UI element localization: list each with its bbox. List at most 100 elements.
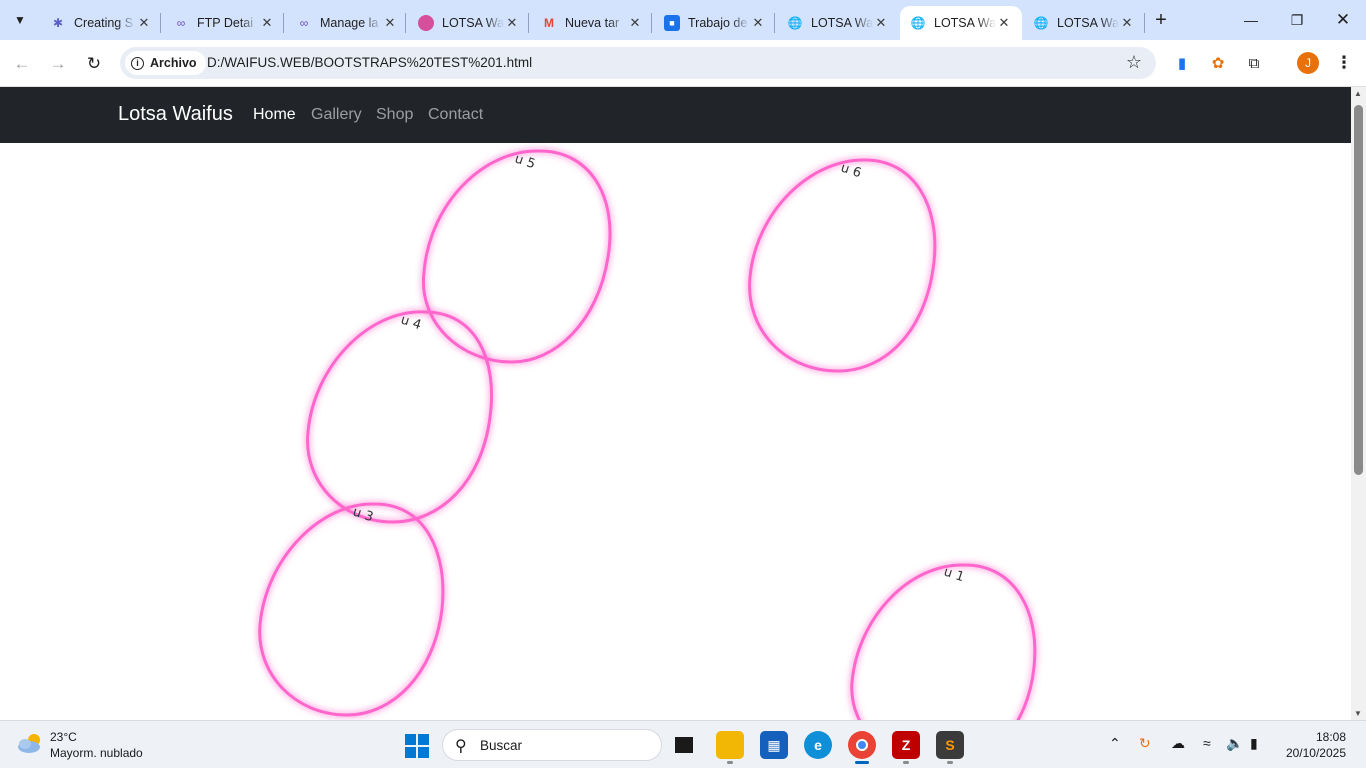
gradient-logo-icon: ✱ <box>52 16 64 30</box>
tab-close-icon[interactable]: ✕ <box>996 15 1012 31</box>
extension-doc-icon[interactable]: ▮ <box>1171 52 1193 74</box>
task-view-icon[interactable] <box>670 731 698 759</box>
sublime-text-icon[interactable]: S <box>936 731 964 759</box>
site-info-label: Archivo <box>150 56 197 70</box>
tab-title: Creating S <box>74 16 134 30</box>
battery-icon[interactable]: ▮ <box>1250 735 1258 752</box>
waifu-blob-6[interactable]: u 6 <box>748 158 937 373</box>
menu-kebab-icon[interactable]: ⋮ <box>1334 52 1354 74</box>
tab-divider <box>1144 13 1145 33</box>
volume-icon[interactable]: 🔈 <box>1226 735 1243 752</box>
reload-icon[interactable]: ↻ <box>80 50 108 78</box>
tab-title: Manage la <box>320 16 379 30</box>
tab-title: LOTSA Wa <box>1057 16 1119 30</box>
show-hidden-icons-chevron-icon[interactable]: ⌃ <box>1109 735 1121 752</box>
running-indicator <box>947 761 953 764</box>
tab-close-icon[interactable]: ✕ <box>873 15 889 31</box>
taskbar-search-placeholder: Buscar <box>480 738 523 753</box>
microsoft-store-icon[interactable]: ▦ <box>760 731 788 759</box>
tab-manage[interactable]: ∞ Manage la ✕ <box>286 6 408 40</box>
minimize-icon[interactable]: — <box>1228 0 1274 40</box>
active-app-indicator <box>855 761 869 764</box>
page-viewport: Lotsa Waifus Home Gallery Shop Contact u… <box>0 87 1351 720</box>
tab-lotsa-waifus-3[interactable]: 🌐 LOTSA Wa ✕ <box>1023 6 1145 40</box>
running-indicator <box>903 761 909 764</box>
file-explorer-icon[interactable] <box>716 731 744 759</box>
waifu-blob-1[interactable]: u 1 <box>850 563 1037 720</box>
waifu-blob-5[interactable]: u 5 <box>421 149 612 364</box>
tab-title: Trabajo de <box>688 16 748 30</box>
classroom-icon: ■ <box>664 15 680 31</box>
clock-time[interactable]: 18:08 <box>1290 730 1346 744</box>
tab-title: LOTSA Wa <box>811 16 873 30</box>
waifu-blob-4[interactable]: u 4 <box>306 310 494 524</box>
tab-classroom[interactable]: ■ Trabajo de ✕ <box>654 6 776 40</box>
tab-ftp-details[interactable]: ∞ FTP Detai ✕ <box>163 6 285 40</box>
tab-close-icon[interactable]: ✕ <box>136 15 152 31</box>
tab-title: FTP Detai <box>197 16 254 30</box>
tab-close-icon[interactable]: ✕ <box>627 15 643 31</box>
restore-icon[interactable]: ❐ <box>1274 0 1320 40</box>
clock-date[interactable]: 20/10/2025 <box>1280 746 1346 760</box>
scroll-up-arrow-icon[interactable]: ▲ <box>1354 89 1362 98</box>
wifi-icon[interactable]: ≈ <box>1203 735 1211 751</box>
scroll-down-arrow-icon[interactable]: ▼ <box>1354 709 1362 718</box>
sync-update-icon[interactable]: ↻ <box>1139 735 1151 752</box>
extension-fruit-icon[interactable]: ✿ <box>1207 52 1229 74</box>
windows-start-icon[interactable] <box>404 733 430 759</box>
bookmark-star-icon[interactable]: ☆ <box>1126 52 1142 73</box>
tab-divider <box>283 13 284 33</box>
windows-taskbar: 23°C Mayorm. nublado ⚲ Buscar ▦ e Z S ⌃ … <box>0 720 1366 768</box>
new-tab-plus-icon[interactable]: + <box>1150 8 1172 32</box>
tab-lotsa-waifus-1[interactable]: LOTSA Wa ✕ <box>408 6 530 40</box>
globe-icon: 🌐 <box>1033 16 1049 30</box>
waifu-blob-label: u 4 <box>399 313 423 334</box>
waifu-blob-3[interactable]: u 3 <box>258 502 445 717</box>
filezilla-icon[interactable]: Z <box>892 731 920 759</box>
weather-temperature[interactable]: 23°C <box>50 730 77 744</box>
tab-divider <box>160 13 161 33</box>
chrome-browser-icon[interactable] <box>848 731 876 759</box>
tab-divider <box>651 13 652 33</box>
tab-strip: ▼ ✱ Creating S ✕ ∞ FTP Detai ✕ ∞ Manage … <box>0 0 1366 40</box>
weather-description[interactable]: Mayorm. nublado <box>50 746 143 760</box>
address-bar[interactable]: i Archivo D:/WAIFUS.WEB/BOOTSTRAPS%20TES… <box>120 47 1156 79</box>
cloud-offline-icon[interactable]: ☁ <box>1171 735 1185 752</box>
running-indicator <box>727 761 733 764</box>
tab-divider <box>528 13 529 33</box>
window-close-icon[interactable]: ✕ <box>1320 0 1366 40</box>
waifu-blob-label: u 1 <box>942 565 966 586</box>
tab-close-icon[interactable]: ✕ <box>382 15 398 31</box>
waifu-blob-label: u 6 <box>839 161 863 182</box>
extensions-puzzle-icon[interactable]: ⧉ <box>1243 52 1265 74</box>
tab-creating[interactable]: ✱ Creating S ✕ <box>40 6 162 40</box>
scrollbar-thumb[interactable] <box>1354 105 1363 475</box>
tab-divider <box>774 13 775 33</box>
page-scrollbar[interactable]: ▲ ▼ <box>1351 87 1366 720</box>
browser-toolbar: ← → ↻ i Archivo D:/WAIFUS.WEB/BOOTSTRAPS… <box>0 40 1366 87</box>
search-icon: ⚲ <box>455 738 467 755</box>
url-text[interactable]: D:/WAIFUS.WEB/BOOTSTRAPS%20TEST%201.html <box>207 55 532 70</box>
profile-avatar[interactable]: J <box>1297 52 1319 74</box>
tab-search-chevron-icon[interactable]: ▼ <box>6 6 34 34</box>
info-icon: i <box>131 56 144 70</box>
taskbar-search-box[interactable]: ⚲ Buscar <box>442 729 662 761</box>
tab-lotsa-waifus-2[interactable]: 🌐 LOTSA Wa ✕ <box>777 6 899 40</box>
waifu-blobs: u 5 u 6 u 4 u 3 u 1 <box>258 149 1037 720</box>
cloudy-weather-icon[interactable] <box>16 731 44 755</box>
waifu-blob-label: u 5 <box>513 152 537 173</box>
waifu-blob-label: u 3 <box>351 505 375 526</box>
edge-browser-icon[interactable]: e <box>804 731 832 759</box>
site-info-chip[interactable]: i Archivo <box>125 51 206 75</box>
forward-arrow-icon[interactable]: → <box>44 50 72 78</box>
back-arrow-icon[interactable]: ← <box>8 50 36 78</box>
avatar-favicon-icon <box>418 15 434 31</box>
infinity-icon: ∞ <box>299 16 309 30</box>
tab-close-icon[interactable]: ✕ <box>259 15 275 31</box>
tab-close-icon[interactable]: ✕ <box>1119 15 1135 31</box>
tab-close-icon[interactable]: ✕ <box>750 15 766 31</box>
tab-gmail[interactable]: M Nueva tar ✕ <box>531 6 653 40</box>
tab-lotsa-waifus-active[interactable]: 🌐 LOTSA Wa ✕ <box>900 6 1022 40</box>
tab-close-icon[interactable]: ✕ <box>504 15 520 31</box>
globe-icon: 🌐 <box>787 16 803 30</box>
